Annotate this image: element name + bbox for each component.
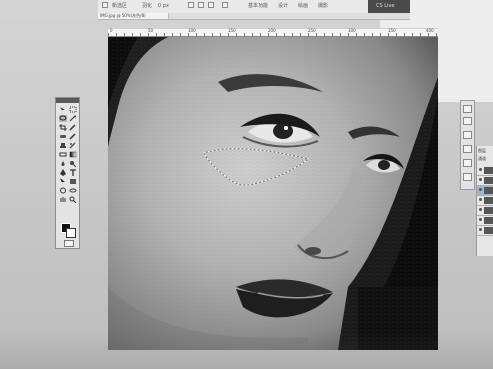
quick-mask-button[interactable] bbox=[64, 240, 74, 247]
spot-heal-tool-icon[interactable] bbox=[59, 133, 67, 140]
portrait-image bbox=[108, 37, 438, 350]
feather-field[interactable]: 0 px bbox=[158, 3, 169, 9]
hand-tool-icon[interactable] bbox=[59, 196, 67, 203]
layers-panel: 图层 通道 bbox=[476, 146, 493, 256]
eyedropper-tool-icon[interactable] bbox=[69, 124, 77, 131]
ruler-label: 100 bbox=[188, 28, 196, 33]
layer-row[interactable] bbox=[477, 176, 493, 186]
document-tab-label: IMG.jpg @ 50%(灰色/8) bbox=[100, 13, 146, 18]
window-frame-right bbox=[438, 22, 493, 102]
bottom-shadow bbox=[0, 330, 493, 369]
panel-dock bbox=[460, 100, 475, 190]
layer-thumbnail bbox=[484, 217, 493, 224]
layer-row-selected[interactable] bbox=[477, 186, 493, 196]
masks-panel-icon[interactable] bbox=[463, 145, 472, 153]
tools-panel bbox=[55, 97, 80, 249]
eye-icon[interactable] bbox=[479, 168, 482, 171]
3d-orbit-tool-icon[interactable] bbox=[69, 187, 77, 194]
ruler-label: 50 bbox=[148, 28, 154, 33]
new-selection-icon[interactable] bbox=[102, 2, 108, 8]
eye-icon[interactable] bbox=[479, 178, 482, 181]
path-select-tool-icon[interactable] bbox=[59, 178, 67, 185]
feather-label: 羽化 bbox=[142, 3, 153, 9]
layer-thumbnail bbox=[484, 197, 493, 204]
layer-thumbnail bbox=[484, 177, 493, 184]
ruler-label: 300 bbox=[348, 28, 356, 33]
ruler-label: 150 bbox=[228, 28, 236, 33]
tools-panel-header[interactable] bbox=[56, 98, 79, 103]
crop-tool-icon[interactable] bbox=[59, 124, 67, 131]
eye-icon[interactable] bbox=[479, 198, 482, 201]
layer-row[interactable] bbox=[477, 166, 493, 176]
cs-live-area: CS Live bbox=[368, 0, 410, 13]
horizontal-ruler[interactable]: 0 50 100 150 200 250 300 350 400 bbox=[108, 29, 438, 37]
adjustments-panel-icon[interactable] bbox=[463, 131, 472, 139]
layer-thumbnail bbox=[484, 207, 493, 214]
image-canvas[interactable] bbox=[108, 37, 438, 350]
channels-tab[interactable]: 通道 bbox=[478, 156, 486, 162]
zoom-tool-icon[interactable] bbox=[69, 196, 77, 203]
background-color-swatch[interactable] bbox=[66, 228, 76, 238]
shape-tool-icon[interactable] bbox=[69, 178, 77, 185]
layer-row[interactable] bbox=[477, 196, 493, 206]
brush-tool-icon[interactable] bbox=[69, 133, 77, 140]
layer-row[interactable] bbox=[477, 226, 493, 236]
layer-row[interactable] bbox=[477, 216, 493, 226]
cs-live-button[interactable]: CS Live bbox=[376, 3, 394, 9]
workspace-tab-design[interactable]: 设计 bbox=[278, 3, 288, 9]
subtract-selection-icon[interactable] bbox=[198, 2, 204, 8]
selection-mode-label: 新选区 bbox=[112, 3, 128, 9]
pen-tool-icon[interactable] bbox=[59, 169, 67, 176]
lasso-tool-icon[interactable] bbox=[59, 115, 67, 122]
intersect-selection-icon[interactable] bbox=[208, 2, 214, 8]
dodge-tool-icon[interactable] bbox=[69, 160, 77, 167]
layer-thumbnail bbox=[484, 187, 493, 194]
options-bar: 新选区 羽化 0 px 基本功能 设计 绘画 摄影 CS Live bbox=[98, 0, 410, 14]
gradient-tool-icon[interactable] bbox=[69, 151, 77, 158]
workspace-tab-painting[interactable]: 绘画 bbox=[298, 3, 308, 9]
layer-thumbnail bbox=[484, 167, 493, 174]
blur-tool-icon[interactable] bbox=[59, 160, 67, 167]
history-brush-tool-icon[interactable] bbox=[69, 142, 77, 149]
history-panel-icon[interactable] bbox=[463, 105, 472, 113]
type-tool-icon[interactable] bbox=[69, 169, 77, 176]
document-tab[interactable]: IMG.jpg @ 50%(灰色/8) bbox=[98, 13, 169, 19]
actions-panel-icon[interactable] bbox=[463, 117, 472, 125]
ruler-label: 200 bbox=[268, 28, 276, 33]
ruler-label: 250 bbox=[308, 28, 316, 33]
layer-thumbnail bbox=[484, 227, 493, 234]
workspace-tab-photography[interactable]: 摄影 bbox=[318, 3, 328, 9]
eraser-tool-icon[interactable] bbox=[59, 151, 67, 158]
ruler-label: 350 bbox=[388, 28, 396, 33]
3d-rotate-tool-icon[interactable] bbox=[59, 187, 67, 194]
layer-row[interactable] bbox=[477, 206, 493, 216]
add-selection-icon[interactable] bbox=[188, 2, 194, 8]
document-tab-strip: IMG.jpg @ 50%(灰色/8) bbox=[98, 13, 410, 20]
layers-panel-title[interactable]: 图层 bbox=[478, 148, 486, 154]
clone-stamp-tool-icon[interactable] bbox=[59, 142, 67, 149]
eye-icon[interactable] bbox=[479, 188, 482, 191]
workspace-tab-essentials[interactable]: 基本功能 bbox=[248, 3, 268, 9]
quick-select-tool-icon[interactable] bbox=[69, 115, 77, 122]
swatches-panel-icon[interactable] bbox=[463, 173, 472, 181]
ruler-label: 400 bbox=[426, 28, 434, 33]
move-tool-icon[interactable] bbox=[59, 106, 67, 113]
ruler-label: 0 bbox=[110, 28, 113, 33]
eye-icon[interactable] bbox=[479, 208, 482, 211]
marquee-tool-icon[interactable] bbox=[69, 106, 77, 113]
eye-icon[interactable] bbox=[479, 218, 482, 221]
eye-icon[interactable] bbox=[479, 228, 482, 231]
anti-alias-checkbox[interactable] bbox=[222, 2, 228, 8]
brushes-panel-icon[interactable] bbox=[463, 159, 472, 167]
